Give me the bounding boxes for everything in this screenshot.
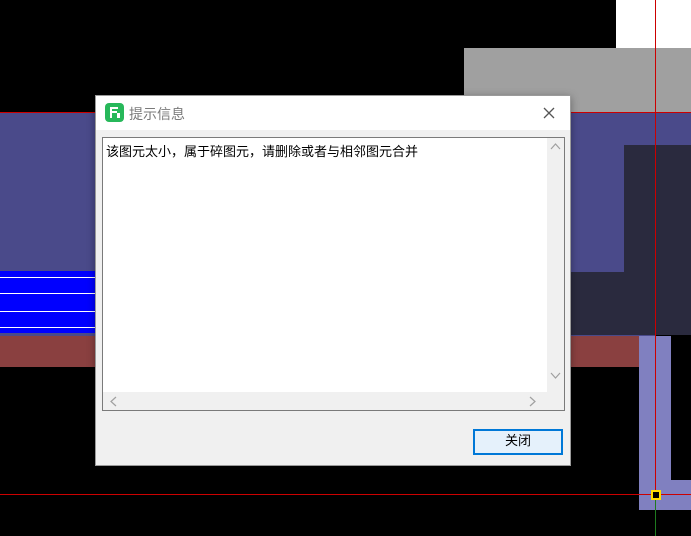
dialog-title: 提示信息 <box>129 107 185 123</box>
guide-line-vertical-green <box>655 499 656 536</box>
canvas-purple-right <box>655 113 691 145</box>
guide-line-vertical <box>655 0 656 536</box>
scroll-left-arrow-icon[interactable] <box>109 396 117 409</box>
canvas-blue-stripes <box>0 271 95 333</box>
canvas-dark-block-lower <box>571 272 661 335</box>
canvas-stripe-line <box>0 293 95 294</box>
scroll-up-arrow-icon[interactable] <box>550 141 561 152</box>
canvas-black-notch <box>671 336 691 480</box>
scroll-down-arrow-icon[interactable] <box>550 371 561 382</box>
selection-handle[interactable] <box>651 490 661 500</box>
vertical-scrollbar[interactable] <box>547 138 564 392</box>
message-dialog: 提示信息 该图元太小，属于碎图元，请删除或者与相邻图元合并 关闭 <box>95 95 571 466</box>
scrollbar-corner <box>547 392 564 410</box>
canvas-gray-strip <box>655 95 691 112</box>
app-logo-icon <box>105 103 124 122</box>
canvas-stripe-line <box>0 327 95 328</box>
close-icon[interactable] <box>538 102 560 124</box>
message-text: 该图元太小，属于碎图元，请删除或者与相邻图元合并 <box>106 145 419 160</box>
canvas-lavender-base <box>639 480 691 510</box>
canvas-stripe-line <box>0 277 95 278</box>
message-textarea[interactable]: 该图元太小，属于碎图元，请删除或者与相邻图元合并 <box>102 137 565 411</box>
canvas-stripe-line <box>0 311 95 312</box>
dialog-titlebar[interactable]: 提示信息 <box>96 96 570 130</box>
close-button[interactable]: 关闭 <box>473 429 563 455</box>
guide-line-horizontal-bottom <box>0 494 691 495</box>
scroll-right-arrow-icon[interactable] <box>529 396 537 409</box>
horizontal-scrollbar[interactable] <box>103 392 547 410</box>
